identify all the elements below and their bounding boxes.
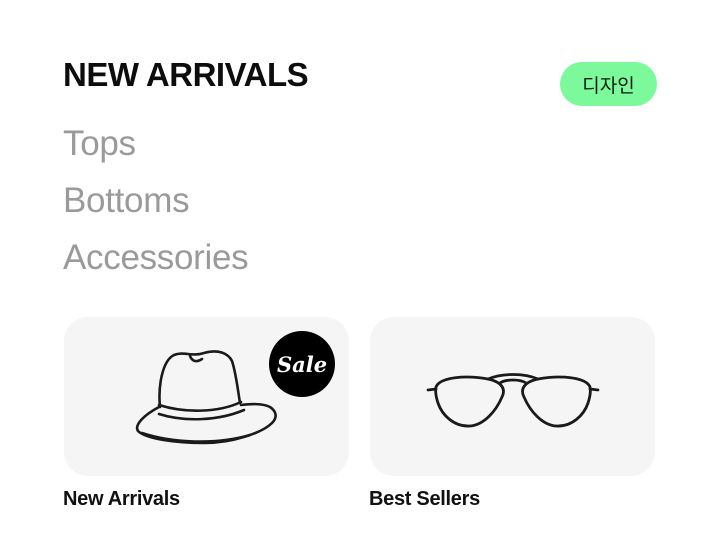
best-sellers-card[interactable] (370, 317, 655, 476)
category-nav: Tops Bottoms Accessories (63, 115, 249, 286)
design-badge-button[interactable]: 디자인 (560, 62, 657, 106)
hat-icon (135, 350, 277, 445)
category-item-bottoms[interactable]: Bottoms (63, 172, 248, 229)
sunglasses-icon (426, 373, 600, 428)
new-arrivals-card[interactable]: Sale (64, 317, 349, 476)
category-item-tops[interactable]: Tops (63, 115, 248, 172)
category-item-accessories[interactable]: Accessories (63, 229, 249, 286)
new-arrivals-label[interactable]: New Arrivals (63, 486, 180, 512)
best-sellers-label[interactable]: Best Sellers (369, 486, 480, 512)
sale-badge: Sale (269, 331, 335, 397)
page-title: NEW ARRIVALS (63, 56, 309, 93)
